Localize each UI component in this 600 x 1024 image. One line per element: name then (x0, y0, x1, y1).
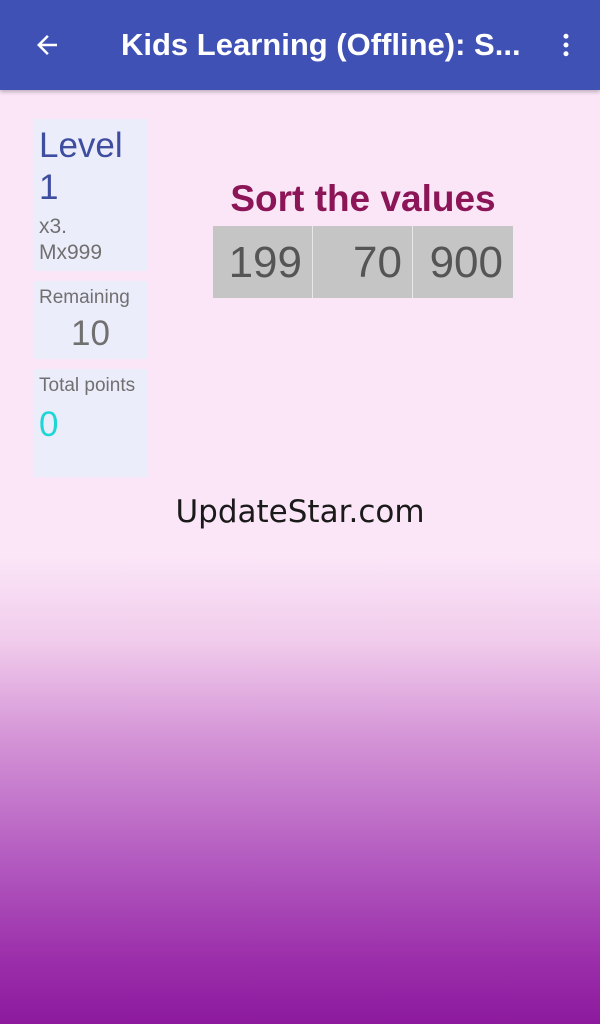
points-panel: Total points 0 (33, 369, 148, 477)
remaining-value: 10 (71, 314, 110, 353)
overflow-menu-button[interactable] (546, 20, 586, 70)
multiplier-label: x3. (39, 215, 68, 238)
value-tile[interactable]: 900 (413, 226, 513, 298)
values-row: 199 70 900 (213, 226, 513, 298)
value-tile[interactable]: 199 (213, 226, 313, 298)
watermark-text: UpdateStar.com (175, 494, 425, 530)
remaining-panel: Remaining 10 (33, 281, 148, 359)
value-tile[interactable]: 70 (313, 226, 413, 298)
more-vert-icon (563, 33, 569, 57)
total-points-label: Total points (39, 375, 136, 396)
question-title: Sort the values (230, 178, 496, 219)
max-value-label: Mx999 (39, 241, 103, 264)
back-button[interactable] (22, 20, 72, 70)
arrow-back-icon (37, 35, 57, 55)
level-panel: Level 1 x3. Mx999 (33, 119, 148, 271)
remaining-label: Remaining (39, 287, 130, 308)
app-title: Kids Learning (Offline): S... (121, 27, 521, 62)
total-points-value: 0 (39, 405, 59, 444)
level-value: 1 (39, 168, 59, 207)
app-bar: Kids Learning (Offline): S... (0, 0, 600, 90)
level-label: Level (39, 126, 123, 165)
